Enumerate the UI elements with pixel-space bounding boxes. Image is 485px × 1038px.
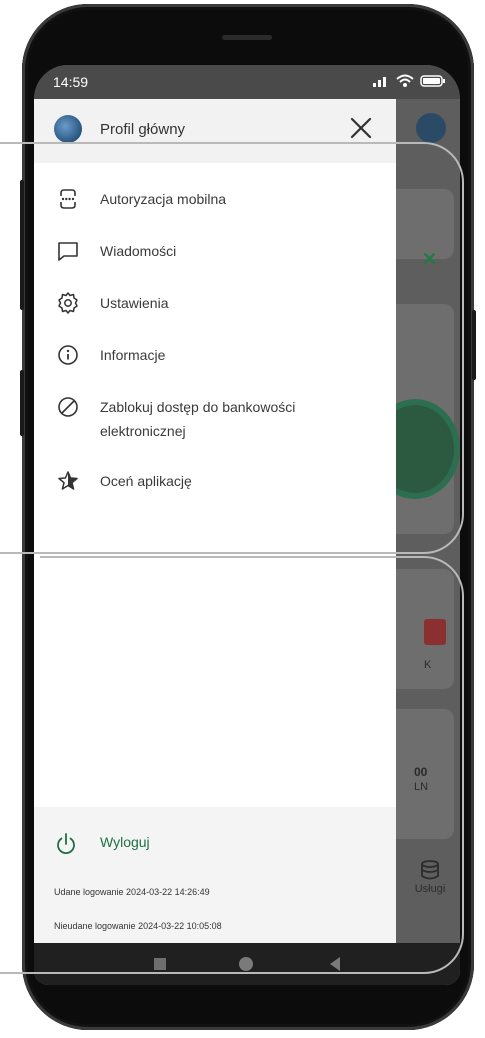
volume-button: [20, 180, 24, 310]
status-time: 14:59: [53, 74, 89, 90]
profile-name[interactable]: Profil główny: [100, 121, 185, 138]
background-avatar: [416, 113, 446, 143]
close-icon: [350, 117, 372, 139]
callout-bracket-top: [40, 142, 464, 554]
callout-stub-bottom: [0, 972, 42, 974]
callout-stub-top-bottom: [0, 552, 42, 554]
signal-icon: [372, 74, 390, 88]
profile-avatar[interactable]: [54, 115, 82, 143]
close-button[interactable]: [346, 113, 376, 143]
status-icons: [372, 74, 446, 88]
wifi-icon: [396, 74, 414, 88]
callout-bracket-bottom: [40, 556, 464, 974]
side-key: [20, 370, 24, 436]
power-button: [472, 310, 476, 380]
status-bar: 14:59: [34, 65, 460, 99]
battery-icon: [420, 74, 446, 88]
speaker-grille: [222, 35, 272, 40]
callout-stub-top: [0, 142, 42, 144]
